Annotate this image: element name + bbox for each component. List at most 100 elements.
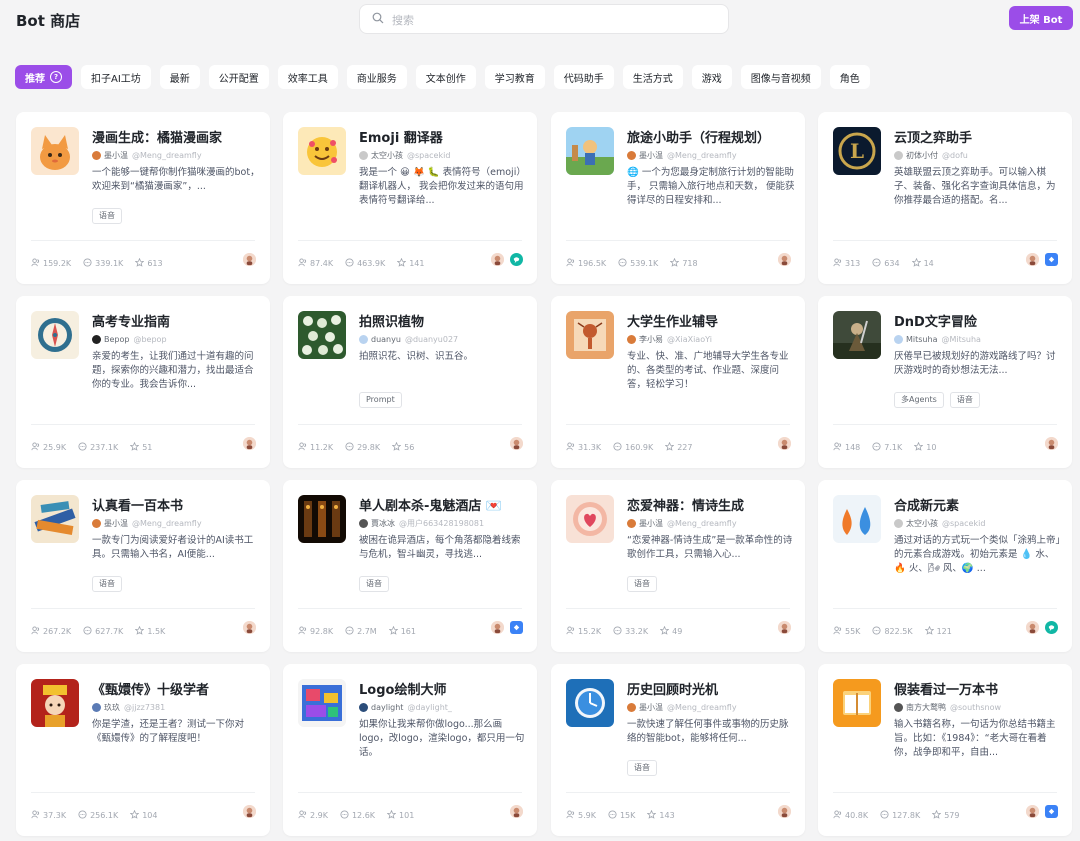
bot-card[interactable]: 合成新元素 太空小孩 @spacekid 通过对话的方式玩一个类似「涂鸦上帝」的元素合… (818, 480, 1072, 652)
bot-description: 亲爱的考生，让我们通过十道有趣的问题，探索你的兴趣和潜力，找出最适合你的专业。我… (92, 351, 254, 390)
bot-name[interactable]: 历史回顾时光机 (627, 679, 797, 698)
chats-stat: 237.1K (78, 442, 118, 453)
stars-stat: 161 (388, 625, 416, 637)
bot-name[interactable]: 漫画生成：橘猫漫画家 (92, 127, 262, 146)
search-input[interactable] (390, 10, 714, 30)
tab-label: 生活方式 (632, 73, 673, 85)
tab-0[interactable]: 推荐? (15, 65, 72, 89)
author-name[interactable]: duanyu (371, 335, 401, 344)
bot-name[interactable]: Emoji 翻译器 (359, 127, 529, 146)
tab-6[interactable]: 文本创作 (415, 65, 476, 89)
users-count: 159.2K (43, 259, 72, 268)
stars-count: 143 (659, 811, 675, 820)
bot-card[interactable]: 大学生作业辅导 李小易 @XiaXiaoYi 专业、快、准、广地辅导大学生各专业的、各… (551, 296, 805, 468)
author-name[interactable]: 玖玖 (104, 702, 120, 713)
bot-stats: 92.8K 2.7M 161 (298, 625, 428, 637)
bot-card[interactable]: 恋爱神器：情诗生成 墨小温 @Meng_dreamfly “恋爱神器-情诗生成”是一款… (551, 480, 805, 652)
bot-card[interactable]: Emoji 翻译器 太空小孩 @spacekid 我是一个 😀 🦊 🐛 表情符号（em… (283, 112, 537, 284)
author-name[interactable]: 南方大鹜鸭 (906, 702, 946, 713)
search-box[interactable] (359, 4, 729, 34)
bot-card[interactable]: 高考专业指南 Bepop @bepop 亲爱的考生，让我们通过十道有趣的问题，探索你的… (16, 296, 270, 468)
bot-name[interactable]: DnD文字冒险 (894, 311, 1064, 330)
help-icon[interactable]: ? (50, 71, 62, 83)
author-name[interactable]: 墨小温 (639, 518, 663, 529)
bot-name[interactable]: 单人剧本杀-鬼魅酒店 💌 (359, 495, 529, 514)
chats-count: 29.8K (357, 443, 381, 452)
bot-card[interactable]: DnD文字冒险 Mitsuha @Mitsuha 厌倦早已被规划好的游戏路线了吗？讨厌… (818, 296, 1072, 468)
bot-card[interactable]: 漫画生成：橘猫漫画家 墨小温 @Meng_dreamfly 一个能够一键帮你制作猫咪漫… (16, 112, 270, 284)
author-handle: @bepop (133, 334, 167, 344)
chat-icon (872, 626, 884, 637)
bot-name[interactable]: 旅途小助手（行程规划） (627, 127, 797, 146)
tab-4[interactable]: 效率工具 (277, 65, 338, 89)
star-icon (647, 809, 659, 821)
tag: 语音 (92, 576, 122, 592)
bot-description: 🌐 一个为您最身定制旅行计划的智能助手， 只需输入旅行地点和天数， 便能获得详尽… (627, 167, 795, 206)
tab-10[interactable]: 游戏 (691, 65, 732, 89)
divider (566, 608, 790, 609)
tab-8[interactable]: 代码助手 (553, 65, 614, 89)
chat-icon (613, 626, 625, 637)
users-stat: 25.9K (31, 442, 66, 453)
bot-card[interactable]: 单人剧本杀-鬼魅酒店 💌 賈冰冰 @用户6634281980​81 被困在诡异酒店，每… (283, 480, 537, 652)
bot-name[interactable]: 假装看过一万本书 (894, 679, 1064, 698)
publish-bot-button[interactable]: 上架 Bot (1009, 6, 1073, 30)
author-name[interactable]: 李小易 (639, 334, 663, 345)
bot-name[interactable]: 恋爱神器：情诗生成 (627, 495, 797, 514)
author-name[interactable]: 墨小温 (104, 518, 128, 529)
divider (566, 240, 790, 241)
author-row: daylight @daylight_ (359, 701, 529, 713)
star-icon (135, 257, 147, 269)
chats-count: 12.6K (351, 811, 376, 820)
bot-name[interactable]: 合成新元素 (894, 495, 1064, 514)
author-name[interactable]: 太空小孩 (906, 518, 938, 529)
bot-name[interactable]: 拍照识植物 (359, 311, 529, 330)
tab-9[interactable]: 生活方式 (622, 65, 683, 89)
bot-card[interactable]: L 云顶之弈助手 初体小付 @dofu 英雄联盟云顶之弈助手。可以输入棋子、装备、强化名… (818, 112, 1072, 284)
bot-card[interactable]: 假装看过一万本书 南方大鹜鸭 @southsnow 输入书籍名称，一句话为你总结书籍主… (818, 664, 1072, 836)
author-name[interactable]: 初体小付 (906, 150, 938, 161)
author-name[interactable]: 太空小孩 (371, 150, 403, 161)
author-handle: @Meng_dreamfly (132, 518, 202, 528)
bot-card[interactable]: 历史回顾时光机 墨小温 @Meng_dreamfly 一款快速了解任何事件或事物的历史… (551, 664, 805, 836)
author-row: 墨小温 @Meng_dreamfly (627, 149, 797, 161)
bot-name[interactable]: 认真看一百本书 (92, 495, 262, 514)
users-stat: 37.3K (31, 810, 66, 821)
users-count: 267.2K (43, 627, 72, 636)
tag: 语音 (627, 576, 657, 592)
bot-name[interactable]: Logo绘制大师 (359, 679, 529, 698)
users-stat: 87.4K (298, 258, 333, 269)
tab-1[interactable]: 扣子AI工坊 (81, 65, 151, 89)
author-name[interactable]: Bepop (104, 335, 129, 344)
author-name[interactable]: 墨小温 (104, 150, 128, 161)
tab-5[interactable]: 商业服务 (346, 65, 407, 89)
tab-2[interactable]: 最新 (159, 65, 200, 89)
bot-avatar: L (833, 127, 881, 175)
tag-list: 语音 (627, 760, 663, 776)
bot-card[interactable]: Logo绘制大师 daylight @daylight_ 如果你让我来帮你做logo.… (283, 664, 537, 836)
bot-card[interactable]: 认真看一百本书 墨小温 @Meng_dreamfly 一款专门为阅读爱好者设计的AI读… (16, 480, 270, 652)
bot-card[interactable]: 拍照识植物 duanyu @duanyu027 拍照识花、识树、识五谷。 Prompt 1… (283, 296, 537, 468)
tab-7[interactable]: 学习教育 (484, 65, 545, 89)
bot-name[interactable]: 高考专业指南 (92, 311, 262, 330)
tab-3[interactable]: 公开配置 (208, 65, 269, 89)
bot-name[interactable]: 大学生作业辅导 (627, 311, 797, 330)
model-badges (237, 437, 256, 450)
bot-name[interactable]: 云顶之弈助手 (894, 127, 1064, 146)
chat-icon (613, 442, 625, 453)
users-icon (833, 626, 845, 637)
author-name[interactable]: Mitsuha (906, 335, 937, 344)
bot-card[interactable]: 旅途小助手（行程规划） 墨小温 @Meng_dreamfly 🌐 一个为您最身定制旅行… (551, 112, 805, 284)
stars-count: 718 (682, 259, 698, 268)
author-name[interactable]: 墨小温 (639, 702, 663, 713)
tab-11[interactable]: 图像与音视频 (740, 65, 821, 89)
bot-card[interactable]: 《甄嬛传》十级学者 玖玖 @jjzz7381 你是学渣，还是王者？测试一下你对《甄嬛传… (16, 664, 270, 836)
tab-12[interactable]: 角色 (829, 65, 870, 89)
author-name[interactable]: 賈冰冰 (371, 518, 395, 529)
tag: 多Agents (894, 392, 944, 408)
author-name[interactable]: 墨小温 (639, 150, 663, 161)
bot-name[interactable]: 《甄嬛传》十级学者 (92, 679, 262, 698)
author-row: 初体小付 @dofu (894, 149, 1064, 161)
bot-avatar (566, 311, 614, 359)
author-name[interactable]: daylight (371, 703, 403, 712)
